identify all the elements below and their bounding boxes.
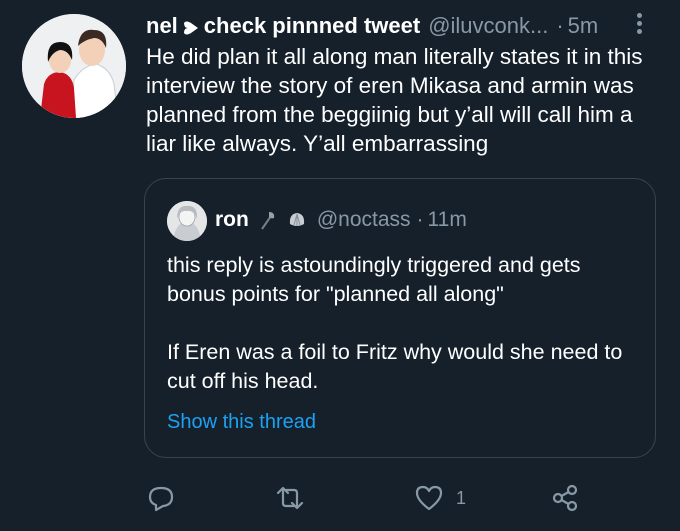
feather-icon <box>259 210 277 230</box>
tweet[interactable]: nel check pinnned tweet @iluvconk... · 5… <box>0 0 680 531</box>
avatar[interactable] <box>22 14 126 118</box>
shell-icon <box>287 210 305 230</box>
timestamp[interactable]: 5m <box>568 13 599 39</box>
show-thread-link[interactable]: Show this thread <box>167 411 316 434</box>
quoted-handle[interactable]: @noctass <box>317 208 411 232</box>
quoted-separator-dot: · <box>416 208 424 231</box>
action-bar: 1 <box>146 478 666 518</box>
display-name-suffix[interactable]: check pinnned tweet <box>204 13 420 39</box>
more-options-icon[interactable] <box>632 10 646 40</box>
heart-icon <box>414 483 444 513</box>
like-button[interactable]: 1 <box>414 478 466 518</box>
retweet-button[interactable] <box>274 478 306 518</box>
display-name[interactable]: nel <box>146 13 178 39</box>
reply-icon <box>146 483 176 513</box>
like-count: 1 <box>456 487 467 508</box>
tweet-header: nel check pinnned tweet @iluvconk... · 5… <box>146 10 666 42</box>
retweet-icon <box>274 483 306 513</box>
reply-button[interactable] <box>146 478 176 518</box>
quoted-text: this reply is astoundingly triggered and… <box>167 251 637 396</box>
quoted-paragraph-1: this reply is astoundingly triggered and… <box>167 253 581 306</box>
tweet-text: He did plan it all along man literally s… <box>146 44 643 156</box>
quoted-display-name[interactable]: ron <box>215 208 249 232</box>
quoted-tweet[interactable]: ron @noctass · 11m this reply is astound… <box>144 178 656 458</box>
share-icon <box>550 483 580 513</box>
quoted-header: ron @noctass · 11m <box>215 205 467 235</box>
handle[interactable]: @iluvconk... <box>428 13 548 39</box>
quoted-avatar[interactable] <box>167 201 207 241</box>
black-heart-arrow-icon <box>182 17 200 35</box>
share-button[interactable] <box>550 478 580 518</box>
separator-dot: · <box>556 13 564 38</box>
quoted-timestamp[interactable]: 11m <box>428 208 467 232</box>
quoted-paragraph-2: If Eren was a foil to Fritz why would sh… <box>167 340 623 393</box>
